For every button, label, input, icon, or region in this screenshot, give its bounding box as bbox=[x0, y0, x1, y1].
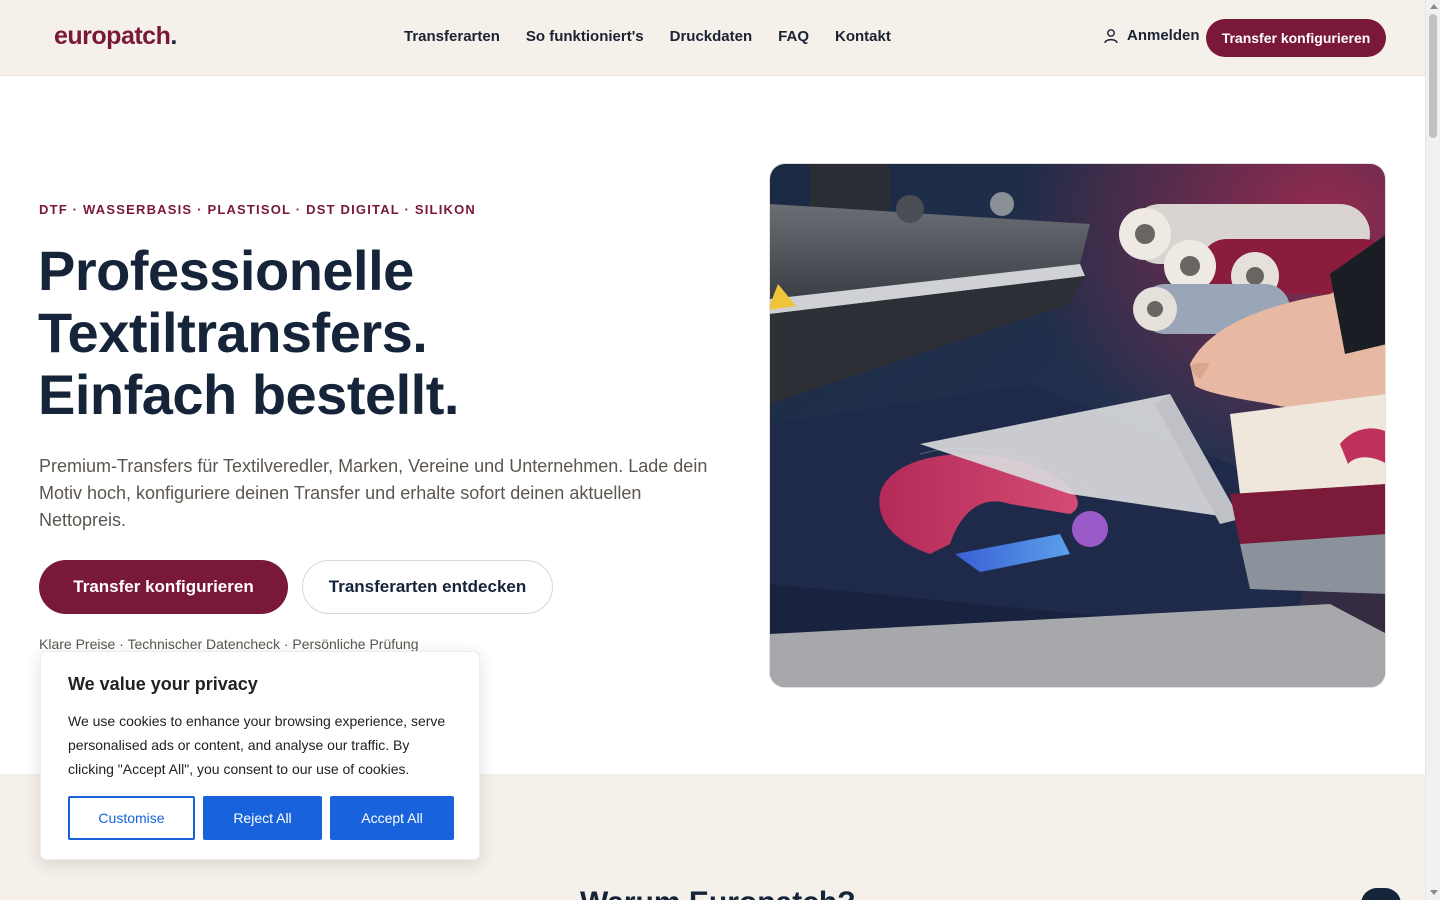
cookie-consent-dialog: We value your privacy We use cookies to … bbox=[40, 651, 480, 860]
scroll-up-arrow-icon[interactable] bbox=[1430, 4, 1438, 9]
logo-text: europatch bbox=[54, 22, 171, 50]
user-icon bbox=[1103, 28, 1119, 44]
logo[interactable]: europatch. bbox=[54, 22, 177, 51]
header-configure-button[interactable]: Transfer konfigurieren bbox=[1206, 19, 1386, 57]
hero-title-line-1: Professionelle bbox=[38, 239, 414, 302]
hero-image bbox=[769, 163, 1386, 688]
page-scrollbar[interactable] bbox=[1425, 0, 1440, 900]
login-label: Anmelden bbox=[1127, 27, 1200, 44]
trust-line: Klare Preise · Technischer Datencheck · … bbox=[39, 636, 419, 652]
folded-shirts bbox=[1230, 394, 1385, 594]
nav-item-kontakt[interactable]: Kontakt bbox=[835, 28, 891, 45]
nav-item-transferarten[interactable]: Transferarten bbox=[404, 28, 500, 45]
main-nav: Transferarten So funktioniert's Druckdat… bbox=[404, 28, 891, 45]
cookie-customise-button[interactable]: Customise bbox=[68, 796, 195, 840]
why-section-heading: Warum Europatch? bbox=[580, 886, 856, 900]
nav-item-druckdaten[interactable]: Druckdaten bbox=[670, 28, 753, 45]
nav-item-so-funktionierts[interactable]: So funktioniert's bbox=[526, 28, 644, 45]
explore-transfer-types-button[interactable]: Transferarten entdecken bbox=[302, 560, 553, 614]
heat-press-illustration bbox=[770, 164, 1385, 687]
logo-dot: . bbox=[170, 22, 177, 50]
hero-subtitle: Premium-Transfers für Textilveredler, Ma… bbox=[39, 456, 708, 530]
scroll-down-arrow-icon[interactable] bbox=[1430, 890, 1438, 895]
hero-title-line-2: Textiltransfers. bbox=[38, 301, 428, 364]
cookie-accept-all-button[interactable]: Accept All bbox=[330, 796, 454, 840]
cookie-text: We use cookies to enhance your browsing … bbox=[68, 713, 446, 777]
cookie-reject-all-button[interactable]: Reject All bbox=[203, 796, 322, 840]
site-header: europatch. Transferarten So funktioniert… bbox=[0, 0, 1425, 76]
hero-eyebrow: DTF · WASSERBASIS · PLASTISOL · DST DIGI… bbox=[39, 202, 476, 217]
configure-transfer-button[interactable]: Transfer konfigurieren bbox=[39, 560, 288, 614]
hero-title: Professionelle Textiltransfers. Einfach … bbox=[38, 240, 459, 426]
hero-title-line-3: Einfach bestellt. bbox=[38, 363, 459, 426]
login-link[interactable]: Anmelden bbox=[1103, 27, 1200, 44]
cookie-title: We value your privacy bbox=[68, 674, 258, 694]
scrollbar-thumb[interactable] bbox=[1429, 14, 1437, 138]
nav-item-faq[interactable]: FAQ bbox=[778, 28, 809, 45]
